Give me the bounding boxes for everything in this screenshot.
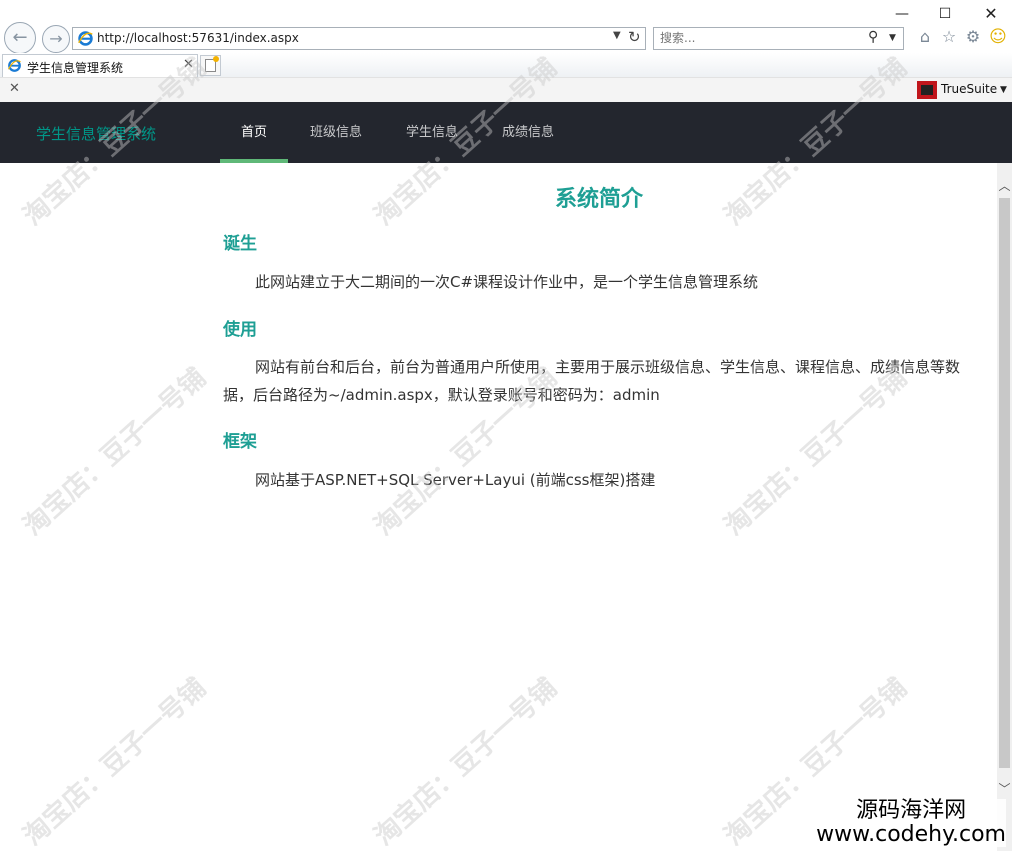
truesuite-label[interactable]: TrueSuite — [941, 82, 997, 96]
corner-watermark-url: www.codehy.com — [816, 823, 1006, 847]
corner-watermark-title: 源码海洋网 — [816, 799, 1006, 823]
scroll-down-icon[interactable]: ﹀ — [997, 780, 1012, 795]
new-tab-icon — [205, 59, 216, 72]
command-bar: ✕ TrueSuite ▼ — [0, 77, 1012, 102]
ie-logo-icon — [7, 58, 22, 73]
tab-strip: 学生信息管理系统 ✕ — [0, 53, 1012, 77]
address-bar[interactable]: http://localhost:57631/index.aspx ▼ ↻ — [72, 27, 646, 50]
close-toolbar-icon[interactable]: ✕ — [9, 81, 20, 96]
forward-button[interactable]: → — [42, 25, 70, 53]
home-icon[interactable]: ⌂ — [915, 27, 935, 47]
search-icon[interactable]: ⚲ — [868, 29, 878, 45]
nav-item-home[interactable]: 首页 — [220, 102, 288, 163]
site-logo[interactable]: 学生信息管理系统 — [36, 123, 156, 144]
close-tab-icon[interactable]: ✕ — [183, 57, 194, 72]
nav-item-student-info[interactable]: 学生信息 — [392, 102, 472, 163]
minimize-button[interactable]: — — [890, 4, 914, 24]
section-text-usage: 网站有前台和后台，前台为普通用户所使用，主要用于展示班级信息、学生信息、课程信息… — [223, 353, 981, 409]
back-button[interactable]: ← — [4, 22, 36, 54]
nav-item-class-info[interactable]: 班级信息 — [296, 102, 376, 163]
nav-item-score-info[interactable]: 成绩信息 — [488, 102, 568, 163]
scroll-up-icon[interactable]: ︿ — [997, 177, 1012, 192]
maximize-button[interactable]: ☐ — [933, 4, 957, 24]
chevron-down-icon[interactable]: ▼ — [1000, 85, 1007, 95]
search-input[interactable] — [660, 31, 860, 45]
truesuite-logo-icon[interactable] — [917, 81, 937, 99]
star-icon[interactable]: ☆ — [939, 27, 959, 47]
vertical-scrollbar[interactable]: ︿ ﹀ — [997, 163, 1012, 851]
smiley-icon[interactable]: ☺ — [988, 27, 1008, 47]
scrollbar-thumb[interactable] — [999, 198, 1010, 768]
ie-logo-icon — [77, 30, 94, 47]
search-box[interactable]: ⚲ ▼ — [653, 27, 904, 50]
gear-icon[interactable]: ⚙ — [963, 27, 983, 47]
section-title-origin: 诞生 — [223, 229, 257, 254]
page-title: 系统简介 — [0, 181, 997, 213]
address-url[interactable]: http://localhost:57631/index.aspx — [97, 31, 299, 45]
main-content: 系统简介 诞生 此网站建立于大二期间的一次C#课程设计作业中，是一个学生信息管理… — [0, 163, 997, 851]
section-text-framework: 网站基于ASP.NET+SQL Server+Layui (前端css框架)搭建 — [223, 466, 981, 494]
chevron-down-icon[interactable]: ▼ — [613, 30, 621, 41]
site-header: 学生信息管理系统 首页 班级信息 学生信息 成绩信息 — [0, 102, 1012, 163]
arrow-right-icon: → — [49, 29, 62, 48]
browser-chrome: — ☐ ✕ ← → http://localhost:57631/index.a… — [0, 0, 1012, 102]
chevron-down-icon[interactable]: ▼ — [889, 33, 896, 43]
close-window-button[interactable]: ✕ — [979, 4, 1003, 24]
tab-title: 学生信息管理系统 — [27, 59, 123, 76]
refresh-icon[interactable]: ↻ — [628, 28, 641, 46]
section-title-usage: 使用 — [223, 315, 257, 340]
corner-watermark: 源码海洋网 www.codehy.com — [816, 799, 1006, 847]
section-text-origin: 此网站建立于大二期间的一次C#课程设计作业中，是一个学生信息管理系统 — [223, 268, 981, 296]
new-tab-button[interactable] — [200, 55, 221, 76]
section-title-framework: 框架 — [223, 427, 257, 452]
browser-tab[interactable]: 学生信息管理系统 ✕ — [2, 54, 198, 77]
arrow-left-icon: ← — [12, 27, 27, 48]
